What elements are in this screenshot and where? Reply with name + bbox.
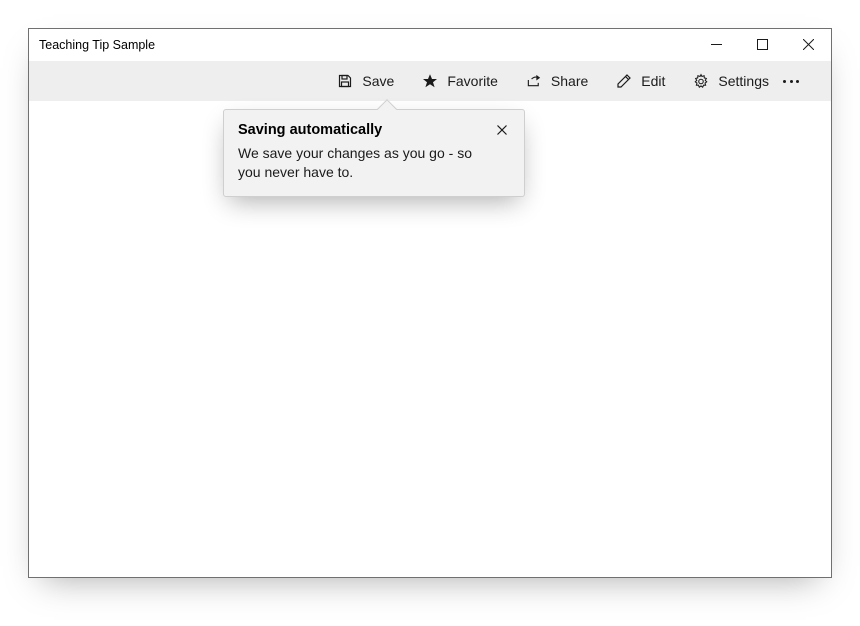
more-icon — [783, 80, 799, 83]
app-window: Teaching Tip Sample — [28, 28, 832, 578]
teaching-tip-header: Saving automatically — [238, 122, 510, 140]
gear-icon — [693, 73, 709, 89]
favorite-label: Favorite — [447, 73, 498, 89]
settings-label: Settings — [718, 73, 769, 89]
teaching-tip-close-button[interactable] — [492, 120, 512, 140]
minimize-icon — [711, 38, 722, 53]
share-icon — [526, 73, 542, 89]
save-button[interactable]: Save — [323, 61, 408, 101]
window-controls — [693, 29, 831, 61]
edit-icon — [616, 73, 632, 89]
share-button[interactable]: Share — [512, 61, 602, 101]
save-icon — [337, 73, 353, 89]
more-button[interactable] — [783, 61, 827, 101]
favorite-button[interactable]: Favorite — [408, 61, 512, 101]
edit-label: Edit — [641, 73, 665, 89]
save-label: Save — [362, 73, 394, 89]
title-bar: Teaching Tip Sample — [29, 29, 831, 61]
window-title: Teaching Tip Sample — [39, 38, 155, 52]
share-label: Share — [551, 73, 588, 89]
close-icon — [803, 38, 814, 53]
close-icon — [497, 123, 507, 138]
maximize-button[interactable] — [739, 29, 785, 61]
teaching-tip-title: Saving automatically — [238, 122, 382, 138]
maximize-icon — [757, 38, 768, 53]
teaching-tip: Saving automatically We save your change… — [223, 109, 525, 197]
minimize-button[interactable] — [693, 29, 739, 61]
settings-button[interactable]: Settings — [679, 61, 783, 101]
command-bar: Save Favorite Share — [29, 61, 831, 101]
close-window-button[interactable] — [785, 29, 831, 61]
edit-button[interactable]: Edit — [602, 61, 679, 101]
teaching-tip-body: We save your changes as you go - so you … — [238, 144, 498, 182]
star-icon — [422, 73, 438, 89]
